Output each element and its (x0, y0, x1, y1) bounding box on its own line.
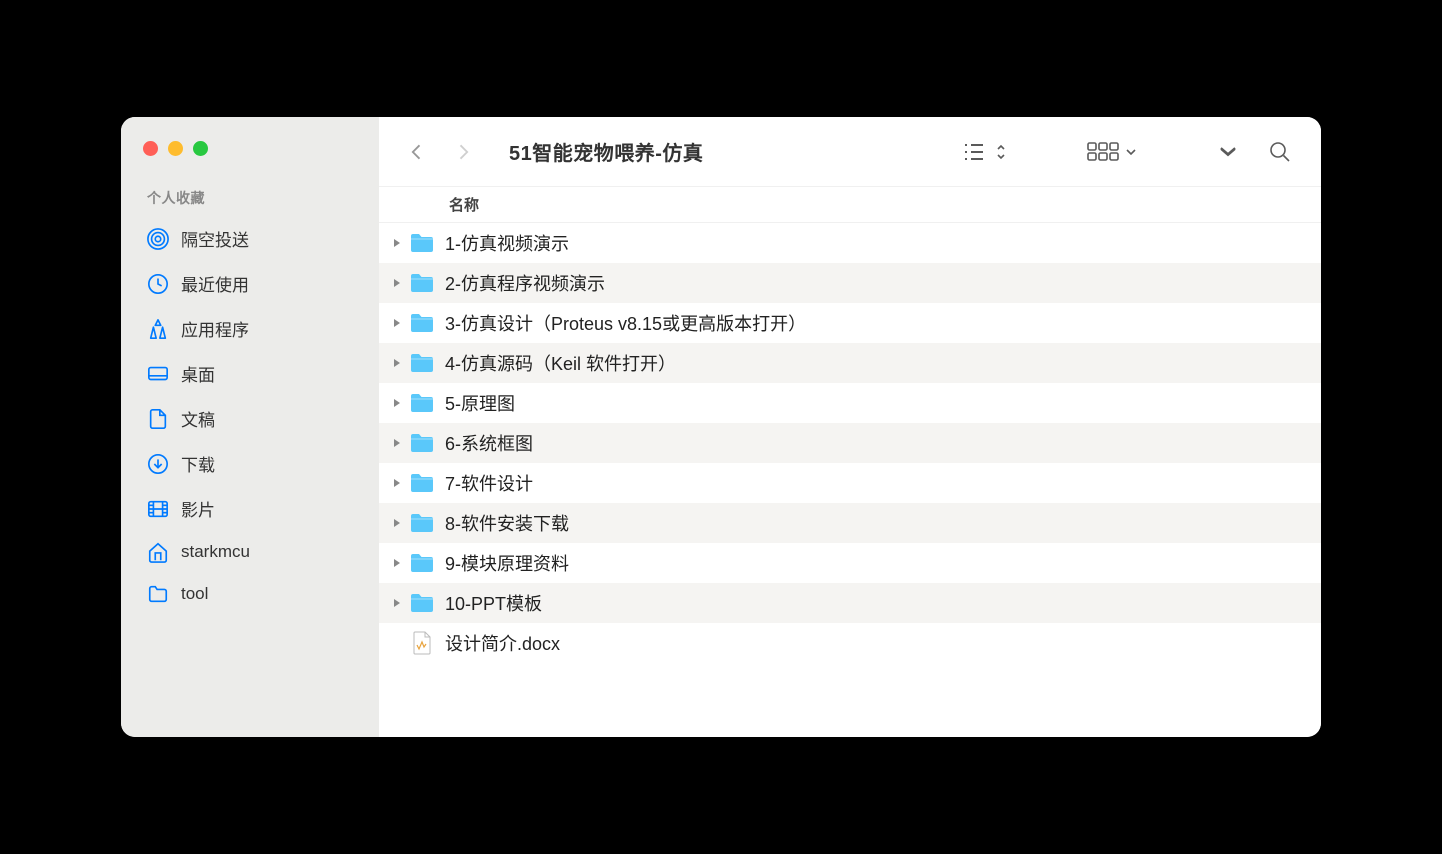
file-row[interactable]: 9-模块原理资料 (379, 543, 1321, 583)
file-name: 10-PPT模板 (445, 590, 542, 616)
file-name: 7-软件设计 (445, 470, 533, 496)
file-name: 8-软件安装下载 (445, 510, 569, 536)
file-name: 4-仿真源码（Keil 软件打开） (445, 350, 676, 376)
folder-icon (409, 351, 435, 375)
desktop-icon (147, 363, 169, 385)
folder-icon (409, 311, 435, 335)
search-icon (1269, 141, 1291, 163)
main-content: 51智能宠物喂养-仿真 (379, 117, 1321, 737)
minimize-button[interactable] (168, 141, 183, 156)
folder-icon (409, 551, 435, 575)
download-icon (147, 453, 169, 475)
document-icon (147, 408, 169, 430)
toolbar: 51智能宠物喂养-仿真 (379, 117, 1321, 187)
window-title: 51智能宠物喂养-仿真 (509, 137, 703, 166)
file-row[interactable]: 10-PPT模板 (379, 583, 1321, 623)
file-row[interactable]: 设计简介.docx (379, 623, 1321, 663)
file-name: 6-系统框图 (445, 430, 533, 456)
file-row[interactable]: 6-系统框图 (379, 423, 1321, 463)
forward-button[interactable] (445, 134, 481, 170)
disclosure-triangle-icon[interactable] (389, 435, 405, 451)
file-name: 1-仿真视频演示 (445, 230, 569, 256)
movie-icon (147, 498, 169, 520)
view-options-button[interactable] (953, 134, 1017, 170)
disclosure-triangle-icon[interactable] (389, 475, 405, 491)
search-button[interactable] (1259, 134, 1301, 170)
folder-icon (409, 391, 435, 415)
back-button[interactable] (399, 134, 435, 170)
folder-icon (409, 511, 435, 535)
file-name: 3-仿真设计（Proteus v8.15或更高版本打开） (445, 310, 806, 336)
sidebar-item-label: tool (181, 584, 208, 604)
more-button[interactable] (1207, 134, 1249, 170)
file-list: 1-仿真视频演示 2-仿真程序视频演示 3-仿真设计（Proteus v8.15… (379, 223, 1321, 737)
sidebar-item-label: starkmcu (181, 542, 250, 562)
file-name: 9-模块原理资料 (445, 550, 569, 576)
disclosure-triangle-icon[interactable] (389, 355, 405, 371)
disclosure-triangle-icon[interactable] (389, 515, 405, 531)
file-row[interactable]: 7-软件设计 (379, 463, 1321, 503)
file-name: 5-原理图 (445, 390, 515, 416)
disclosure-triangle-icon[interactable] (389, 275, 405, 291)
sidebar-item-download[interactable]: 下载 (135, 441, 365, 486)
sidebar-item-home[interactable]: starkmcu (135, 531, 365, 573)
maximize-button[interactable] (193, 141, 208, 156)
sidebar-item-label: 应用程序 (181, 316, 249, 341)
column-name-header: 名称 (449, 194, 479, 215)
folder-icon (409, 431, 435, 455)
airdrop-icon (147, 228, 169, 250)
file-name: 设计简介.docx (445, 630, 560, 656)
sidebar-item-movie[interactable]: 影片 (135, 486, 365, 531)
window-controls (121, 141, 379, 184)
disclosure-triangle-icon[interactable] (389, 315, 405, 331)
chevron-updown-icon (995, 143, 1007, 161)
file-row[interactable]: 3-仿真设计（Proteus v8.15或更高版本打开） (379, 303, 1321, 343)
sidebar-item-label: 下载 (181, 451, 215, 476)
home-icon (147, 541, 169, 563)
disclosure-triangle-icon[interactable] (389, 235, 405, 251)
sidebar-item-label: 文稿 (181, 406, 215, 431)
file-row[interactable]: 8-软件安装下载 (379, 503, 1321, 543)
disclosure-triangle-icon[interactable] (389, 595, 405, 611)
sidebar-section-favorites: 个人收藏 隔空投送 最近使用 应用程序 桌面 文稿 下载 影片 (121, 184, 379, 615)
file-name: 2-仿真程序视频演示 (445, 270, 605, 296)
sidebar-item-label: 影片 (181, 496, 215, 521)
file-row[interactable]: 1-仿真视频演示 (379, 223, 1321, 263)
file-row[interactable]: 5-原理图 (379, 383, 1321, 423)
sidebar-item-apps[interactable]: 应用程序 (135, 306, 365, 351)
folder-icon (147, 583, 169, 605)
sidebar-item-document[interactable]: 文稿 (135, 396, 365, 441)
sidebar-item-folder[interactable]: tool (135, 573, 365, 615)
sidebar-item-airdrop[interactable]: 隔空投送 (135, 216, 365, 261)
close-button[interactable] (143, 141, 158, 156)
folder-icon (409, 591, 435, 615)
file-row[interactable]: 4-仿真源码（Keil 软件打开） (379, 343, 1321, 383)
clock-icon (147, 273, 169, 295)
sidebar-item-clock[interactable]: 最近使用 (135, 261, 365, 306)
sidebar-section-header: 个人收藏 (135, 184, 365, 216)
group-button[interactable] (1077, 134, 1147, 170)
folder-icon (409, 231, 435, 255)
sidebar-item-label: 桌面 (181, 361, 215, 386)
sidebar-item-label: 最近使用 (181, 271, 249, 296)
disclosure-triangle-icon[interactable] (389, 395, 405, 411)
disclosure-triangle-icon[interactable] (389, 555, 405, 571)
column-header-row[interactable]: 名称 (379, 187, 1321, 223)
sidebar-item-desktop[interactable]: 桌面 (135, 351, 365, 396)
file-row[interactable]: 2-仿真程序视频演示 (379, 263, 1321, 303)
folder-icon (409, 471, 435, 495)
document-icon (409, 631, 435, 655)
folder-icon (409, 271, 435, 295)
finder-window: 个人收藏 隔空投送 最近使用 应用程序 桌面 文稿 下载 影片 (121, 117, 1321, 737)
chevron-down-icon (1125, 146, 1137, 158)
sidebar: 个人收藏 隔空投送 最近使用 应用程序 桌面 文稿 下载 影片 (121, 117, 379, 737)
apps-icon (147, 318, 169, 340)
sidebar-item-label: 隔空投送 (181, 226, 249, 251)
